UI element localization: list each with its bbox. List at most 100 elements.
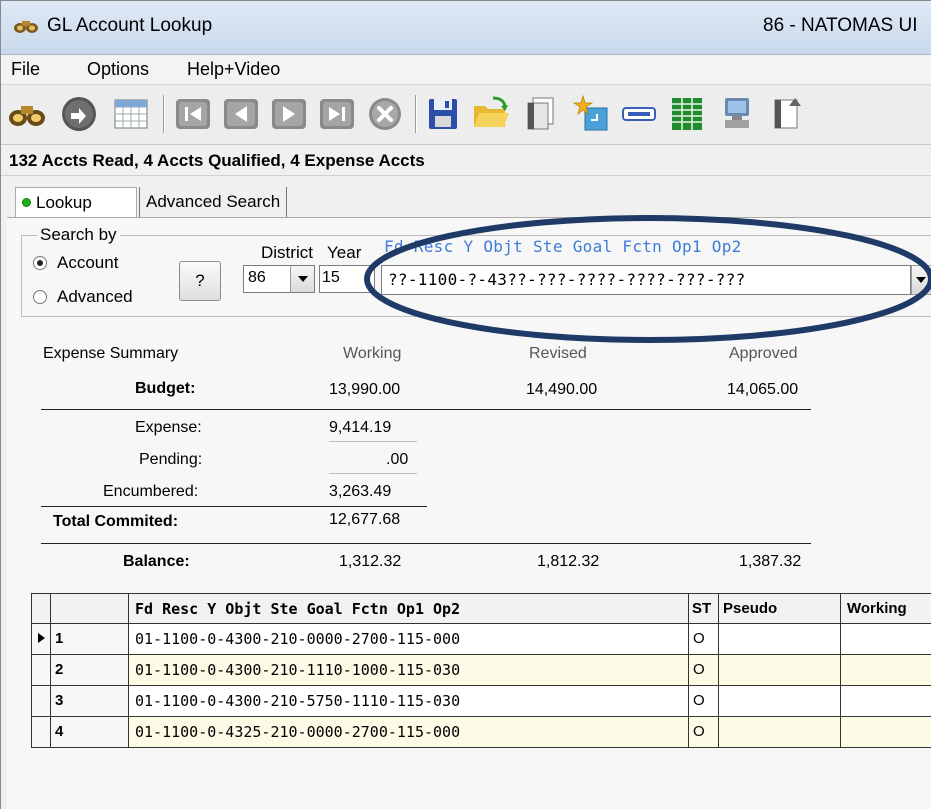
row-account[interactable]: 01-1100-0-4300-210-5750-1110-115-030 (129, 686, 689, 717)
col-working-header: Working (343, 345, 402, 362)
copy-page-icon[interactable] (521, 94, 561, 134)
grid-account-header[interactable]: Fd Resc Y Objt Ste Goal Fctn Op1 Op2 (129, 593, 689, 624)
row-status[interactable]: O (689, 717, 719, 748)
grid-header-row: Fd Resc Y Objt Ste Goal Fctn Op1 Op2 ST … (31, 593, 931, 624)
row-status[interactable]: O (689, 655, 719, 686)
row-account[interactable]: 01-1100-0-4325-210-0000-2700-115-000 (129, 717, 689, 748)
menu-bar: File Options Help+Video (1, 55, 931, 85)
row-pseudo[interactable] (719, 717, 841, 748)
radio-account[interactable]: Account (33, 253, 118, 273)
row-selector[interactable] (31, 717, 51, 748)
open-folder-icon[interactable] (471, 94, 511, 134)
radio-advanced-button[interactable] (33, 290, 47, 304)
row-number: 2 (51, 655, 129, 686)
tab-lookup-label: Lookup (36, 193, 92, 212)
binoculars-icon[interactable] (7, 94, 47, 134)
toolbar (1, 85, 931, 145)
value-divider (329, 441, 417, 442)
row-pseudo[interactable] (719, 686, 841, 717)
binoculars-icon (13, 15, 39, 37)
table-row[interactable]: 2 01-1100-0-4300-210-1110-1000-115-030 O (31, 655, 931, 686)
tab-lookup[interactable]: Lookup (15, 187, 137, 217)
tab-advanced-search[interactable]: Advanced Search (139, 187, 288, 217)
summary-title: Expense Summary (43, 345, 179, 362)
row-account[interactable]: 01-1100-0-4300-210-0000-2700-115-000 (129, 624, 689, 655)
menu-file[interactable]: File (11, 59, 40, 80)
gl-account-lookup-window: GL Account Lookup 86 - NATOMAS UI File O… (0, 0, 931, 809)
account-mask-input[interactable]: ??-1100-?-43??-???-????-????-???-??? (381, 265, 911, 295)
row-status[interactable]: O (689, 686, 719, 717)
district-value: 86 (248, 269, 266, 286)
year-input[interactable]: 15 (319, 265, 375, 293)
budget-revised: 14,490.00 (526, 381, 598, 398)
balance-working: 1,312.32 (339, 553, 402, 570)
expense-working: 9,414.19 (329, 419, 392, 436)
budget-label: Budget: (135, 380, 196, 397)
new-star-icon[interactable] (571, 94, 611, 134)
status-line: 132 Accts Read, 4 Accts Qualified, 4 Exp… (1, 146, 931, 176)
computer-icon[interactable] (717, 94, 757, 134)
last-record-icon[interactable] (317, 94, 357, 134)
value-divider (329, 473, 417, 474)
grid-table-icon[interactable] (111, 94, 151, 134)
radio-advanced-label: Advanced (57, 287, 133, 306)
year-label: Year (327, 243, 362, 262)
row-selector-icon[interactable] (31, 624, 51, 655)
table-row[interactable]: 4 01-1100-0-4325-210-0000-2700-115-000 O (31, 717, 931, 748)
budget-working: 13,990.00 (329, 381, 401, 398)
row-selector[interactable] (31, 655, 51, 686)
table-row[interactable]: 1 01-1100-0-4300-210-0000-2700-115-000 O (31, 624, 931, 655)
next-record-icon[interactable] (269, 94, 309, 134)
pending-label: Pending: (139, 451, 203, 468)
table-row[interactable]: 3 01-1100-0-4300-210-5750-1110-115-030 O (31, 686, 931, 717)
district-label: District (261, 243, 313, 262)
export-page-icon[interactable] (767, 94, 807, 134)
chevron-down-icon[interactable] (290, 266, 314, 292)
back-circle-icon[interactable] (59, 94, 99, 134)
first-record-icon[interactable] (173, 94, 213, 134)
window-title: GL Account Lookup (47, 15, 213, 36)
row-working[interactable] (841, 686, 931, 717)
grid-corner (31, 593, 51, 624)
radio-account-button[interactable] (33, 256, 47, 270)
title-bar: GL Account Lookup 86 - NATOMAS UI (1, 1, 931, 55)
row-status[interactable]: O (689, 624, 719, 655)
radio-advanced[interactable]: Advanced (33, 287, 133, 307)
minus-field-icon[interactable] (619, 94, 659, 134)
expense-label: Expense: (135, 419, 202, 436)
menu-help-video[interactable]: Help+Video (187, 59, 280, 80)
encumbered-working: 3,263.49 (329, 483, 392, 500)
row-working[interactable] (841, 655, 931, 686)
save-disk-icon[interactable] (423, 94, 463, 134)
columns-icon[interactable] (667, 94, 707, 134)
balance-revised: 1,812.32 (537, 553, 600, 570)
district-select[interactable]: 86 (243, 265, 315, 293)
row-number: 4 (51, 717, 129, 748)
budget-approved: 14,065.00 (727, 381, 799, 398)
grid-pseudo-header[interactable]: Pseudo (719, 593, 841, 624)
cancel-icon[interactable] (365, 94, 405, 134)
row-pseudo[interactable] (719, 655, 841, 686)
row-pseudo[interactable] (719, 624, 841, 655)
toolbar-separator (415, 95, 417, 133)
grid-st-header[interactable]: ST (689, 593, 719, 624)
radio-account-label: Account (57, 253, 119, 272)
previous-record-icon[interactable] (221, 94, 261, 134)
row-working[interactable] (841, 624, 931, 655)
col-revised-header: Revised (529, 345, 587, 362)
summary-divider (41, 409, 811, 410)
chevron-down-icon[interactable] (911, 265, 931, 295)
row-working[interactable] (841, 717, 931, 748)
total-divider (41, 506, 427, 507)
row-account[interactable]: 01-1100-0-4300-210-1110-1000-115-030 (129, 655, 689, 686)
toolbar-separator (163, 95, 165, 133)
balance-approved: 1,387.32 (739, 553, 802, 570)
help-button[interactable]: ? (179, 261, 221, 301)
balance-divider (41, 543, 811, 544)
menu-options[interactable]: Options (87, 59, 149, 80)
total-committed-working: 12,677.68 (329, 511, 401, 528)
grid-working-header[interactable]: Working (841, 593, 931, 624)
row-selector[interactable] (31, 686, 51, 717)
search-by-label: Search by (37, 225, 120, 245)
account-mask-header: Fd Resc Y Objt Ste Goal Fctn Op1 Op2 (384, 237, 742, 256)
